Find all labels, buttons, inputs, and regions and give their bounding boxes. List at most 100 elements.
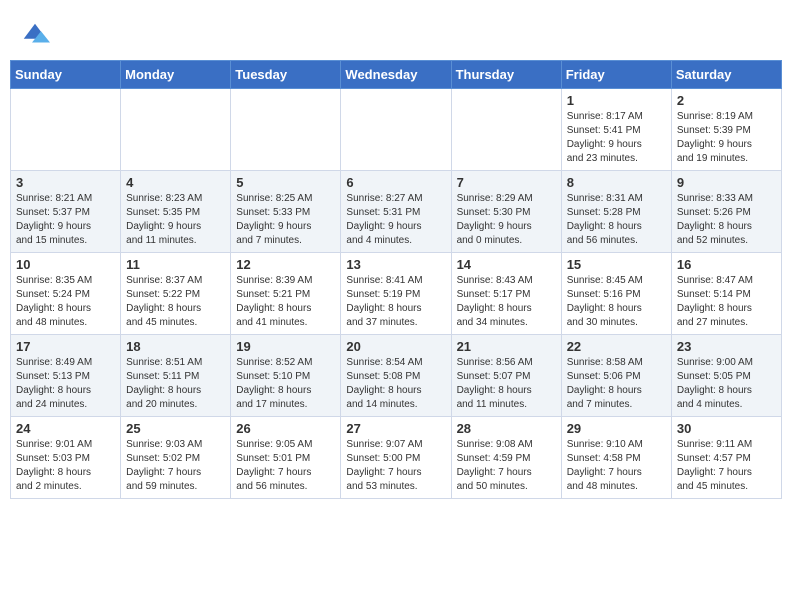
day-number: 22 bbox=[567, 339, 666, 354]
calendar-cell: 27 Sunrise: 9:07 AM Sunset: 5:00 PM Dayli… bbox=[341, 417, 451, 499]
day-number: 15 bbox=[567, 257, 666, 272]
calendar-cell bbox=[11, 89, 121, 171]
calendar-cell: 16Sunrise: 8:47 AM Sunset: 5:14 PM Dayli… bbox=[671, 253, 781, 335]
calendar-header-row: SundayMondayTuesdayWednesdayThursdayFrid… bbox=[11, 61, 782, 89]
calendar-week-row: 24Sunrise: 9:01 AM Sunset: 5:03 PM Dayli… bbox=[11, 417, 782, 499]
calendar-cell: 7Sunrise: 8:29 AM Sunset: 5:30 PM Daylig… bbox=[451, 171, 561, 253]
day-info: Sunrise: 8:37 AM Sunset: 5:22 PM Dayligh… bbox=[126, 274, 225, 330]
day-info: Sunrise: 8:27 AM Sunset: 5:31 PM Dayligh… bbox=[346, 192, 445, 248]
day-info: Sunrise: 8:43 AM Sunset: 5:17 PM Dayligh… bbox=[457, 274, 556, 330]
weekday-header: Monday bbox=[121, 61, 231, 89]
calendar-cell bbox=[341, 89, 451, 171]
calendar-cell: 1 Sunrise: 8:17 AM Sunset: 5:41 PM Daylig… bbox=[561, 89, 671, 171]
day-info: Sunrise: 8:52 AM Sunset: 5:10 PM Dayligh… bbox=[236, 356, 335, 412]
day-info: Sunrise: 8:33 AM Sunset: 5:26 PM Dayligh… bbox=[677, 192, 776, 248]
day-number: 6 bbox=[346, 175, 445, 190]
weekday-header: Saturday bbox=[671, 61, 781, 89]
day-number: 23 bbox=[677, 339, 776, 354]
day-number: 29 bbox=[567, 421, 666, 436]
calendar-cell: 2 Sunrise: 8:19 AM Sunset: 5:39 PM Daylig… bbox=[671, 89, 781, 171]
calendar-cell: 24Sunrise: 9:01 AM Sunset: 5:03 PM Dayli… bbox=[11, 417, 121, 499]
calendar-cell bbox=[451, 89, 561, 171]
calendar-week-row: 3 Sunrise: 8:21 AM Sunset: 5:37 PM Daylig… bbox=[11, 171, 782, 253]
day-info: Sunrise: 9:05 AM Sunset: 5:01 PM Dayligh… bbox=[236, 438, 335, 494]
calendar-cell: 13 Sunrise: 8:41 AM Sunset: 5:19 PM Dayli… bbox=[341, 253, 451, 335]
day-number: 13 bbox=[346, 257, 445, 272]
day-info: Sunrise: 8:47 AM Sunset: 5:14 PM Dayligh… bbox=[677, 274, 776, 330]
day-info: Sunrise: 8:21 AM Sunset: 5:37 PM Dayligh… bbox=[16, 192, 115, 248]
day-info: Sunrise: 9:00 AM Sunset: 5:05 PM Dayligh… bbox=[677, 356, 776, 412]
weekday-header: Friday bbox=[561, 61, 671, 89]
day-number: 11 bbox=[126, 257, 225, 272]
day-number: 4 bbox=[126, 175, 225, 190]
day-number: 26 bbox=[236, 421, 335, 436]
calendar-cell: 28 Sunrise: 9:08 AM Sunset: 4:59 PM Dayli… bbox=[451, 417, 561, 499]
logo bbox=[20, 20, 52, 50]
day-number: 10 bbox=[16, 257, 115, 272]
day-number: 28 bbox=[457, 421, 556, 436]
calendar-cell: 21 Sunrise: 8:56 AM Sunset: 5:07 PM Dayli… bbox=[451, 335, 561, 417]
day-number: 3 bbox=[16, 175, 115, 190]
calendar-cell: 11 Sunrise: 8:37 AM Sunset: 5:22 PM Dayli… bbox=[121, 253, 231, 335]
calendar-cell: 5 Sunrise: 8:25 AM Sunset: 5:33 PM Daylig… bbox=[231, 171, 341, 253]
day-info: Sunrise: 8:58 AM Sunset: 5:06 PM Dayligh… bbox=[567, 356, 666, 412]
day-info: Sunrise: 8:19 AM Sunset: 5:39 PM Dayligh… bbox=[677, 110, 776, 166]
day-info: Sunrise: 9:08 AM Sunset: 4:59 PM Dayligh… bbox=[457, 438, 556, 494]
day-number: 5 bbox=[236, 175, 335, 190]
day-info: Sunrise: 9:07 AM Sunset: 5:00 PM Dayligh… bbox=[346, 438, 445, 494]
calendar-cell: 26 Sunrise: 9:05 AM Sunset: 5:01 PM Dayli… bbox=[231, 417, 341, 499]
day-info: Sunrise: 8:41 AM Sunset: 5:19 PM Dayligh… bbox=[346, 274, 445, 330]
day-number: 7 bbox=[457, 175, 556, 190]
calendar-cell: 4Sunrise: 8:23 AM Sunset: 5:35 PM Daylig… bbox=[121, 171, 231, 253]
day-info: Sunrise: 8:51 AM Sunset: 5:11 PM Dayligh… bbox=[126, 356, 225, 412]
day-info: Sunrise: 8:39 AM Sunset: 5:21 PM Dayligh… bbox=[236, 274, 335, 330]
day-number: 1 bbox=[567, 93, 666, 108]
calendar-cell: 9 Sunrise: 8:33 AM Sunset: 5:26 PM Daylig… bbox=[671, 171, 781, 253]
day-number: 9 bbox=[677, 175, 776, 190]
day-number: 19 bbox=[236, 339, 335, 354]
day-info: Sunrise: 9:03 AM Sunset: 5:02 PM Dayligh… bbox=[126, 438, 225, 494]
weekday-header: Tuesday bbox=[231, 61, 341, 89]
day-info: Sunrise: 8:45 AM Sunset: 5:16 PM Dayligh… bbox=[567, 274, 666, 330]
weekday-header: Wednesday bbox=[341, 61, 451, 89]
day-number: 12 bbox=[236, 257, 335, 272]
day-info: Sunrise: 8:25 AM Sunset: 5:33 PM Dayligh… bbox=[236, 192, 335, 248]
calendar-cell: 14 Sunrise: 8:43 AM Sunset: 5:17 PM Dayli… bbox=[451, 253, 561, 335]
day-number: 8 bbox=[567, 175, 666, 190]
calendar-cell: 22 Sunrise: 8:58 AM Sunset: 5:06 PM Dayli… bbox=[561, 335, 671, 417]
calendar-cell: 30 Sunrise: 9:11 AM Sunset: 4:57 PM Dayli… bbox=[671, 417, 781, 499]
calendar-cell: 25 Sunrise: 9:03 AM Sunset: 5:02 PM Dayli… bbox=[121, 417, 231, 499]
calendar-cell: 6 Sunrise: 8:27 AM Sunset: 5:31 PM Daylig… bbox=[341, 171, 451, 253]
calendar-week-row: 1 Sunrise: 8:17 AM Sunset: 5:41 PM Daylig… bbox=[11, 89, 782, 171]
day-number: 30 bbox=[677, 421, 776, 436]
day-info: Sunrise: 8:56 AM Sunset: 5:07 PM Dayligh… bbox=[457, 356, 556, 412]
day-number: 20 bbox=[346, 339, 445, 354]
calendar-cell bbox=[121, 89, 231, 171]
calendar-week-row: 10 Sunrise: 8:35 AM Sunset: 5:24 PM Dayli… bbox=[11, 253, 782, 335]
calendar-week-row: 17Sunrise: 8:49 AM Sunset: 5:13 PM Dayli… bbox=[11, 335, 782, 417]
day-number: 2 bbox=[677, 93, 776, 108]
calendar-cell bbox=[231, 89, 341, 171]
day-number: 25 bbox=[126, 421, 225, 436]
weekday-header: Sunday bbox=[11, 61, 121, 89]
day-info: Sunrise: 8:31 AM Sunset: 5:28 PM Dayligh… bbox=[567, 192, 666, 248]
calendar-cell: 20Sunrise: 8:54 AM Sunset: 5:08 PM Dayli… bbox=[341, 335, 451, 417]
calendar-cell: 23 Sunrise: 9:00 AM Sunset: 5:05 PM Dayli… bbox=[671, 335, 781, 417]
calendar-cell: 18Sunrise: 8:51 AM Sunset: 5:11 PM Dayli… bbox=[121, 335, 231, 417]
day-info: Sunrise: 9:01 AM Sunset: 5:03 PM Dayligh… bbox=[16, 438, 115, 494]
day-info: Sunrise: 8:49 AM Sunset: 5:13 PM Dayligh… bbox=[16, 356, 115, 412]
calendar-cell: 29Sunrise: 9:10 AM Sunset: 4:58 PM Dayli… bbox=[561, 417, 671, 499]
day-number: 14 bbox=[457, 257, 556, 272]
weekday-header: Thursday bbox=[451, 61, 561, 89]
calendar-cell: 12 Sunrise: 8:39 AM Sunset: 5:21 PM Dayli… bbox=[231, 253, 341, 335]
calendar-cell: 3 Sunrise: 8:21 AM Sunset: 5:37 PM Daylig… bbox=[11, 171, 121, 253]
day-number: 27 bbox=[346, 421, 445, 436]
day-info: Sunrise: 8:35 AM Sunset: 5:24 PM Dayligh… bbox=[16, 274, 115, 330]
calendar-cell: 19 Sunrise: 8:52 AM Sunset: 5:10 PM Dayli… bbox=[231, 335, 341, 417]
page-header bbox=[10, 10, 782, 55]
day-info: Sunrise: 8:17 AM Sunset: 5:41 PM Dayligh… bbox=[567, 110, 666, 166]
calendar-cell: 15 Sunrise: 8:45 AM Sunset: 5:16 PM Dayli… bbox=[561, 253, 671, 335]
calendar-cell: 17Sunrise: 8:49 AM Sunset: 5:13 PM Dayli… bbox=[11, 335, 121, 417]
day-info: Sunrise: 9:11 AM Sunset: 4:57 PM Dayligh… bbox=[677, 438, 776, 494]
day-number: 21 bbox=[457, 339, 556, 354]
